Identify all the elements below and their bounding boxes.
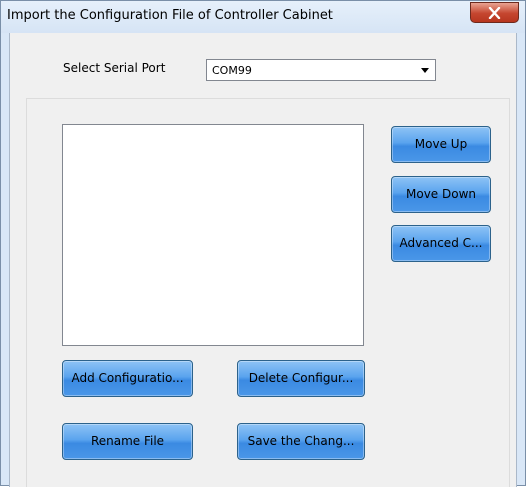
advanced-button[interactable]: Advanced C... xyxy=(391,225,491,262)
close-icon xyxy=(488,7,501,19)
config-file-list[interactable] xyxy=(62,124,364,346)
import-config-dialog: Import the Configuration File of Control… xyxy=(0,0,526,487)
window-title: Import the Configuration File of Control… xyxy=(7,8,333,23)
delete-configuration-button[interactable]: Delete Configur... xyxy=(237,360,365,397)
serial-port-label: Select Serial Port xyxy=(63,61,166,75)
move-up-button[interactable]: Move Up xyxy=(391,126,491,163)
move-up-label: Move Up xyxy=(414,137,468,151)
advanced-label: Advanced C... xyxy=(399,236,483,250)
chevron-down-icon xyxy=(421,68,429,73)
save-changes-label: Save the Chang... xyxy=(247,434,355,448)
add-configuration-label: Add Configuratio... xyxy=(71,371,184,385)
dialog-client-area: Select Serial Port COM99 Move Up Move Do… xyxy=(9,33,517,487)
serial-port-value: COM99 xyxy=(212,64,252,77)
close-button[interactable] xyxy=(470,2,519,23)
rename-file-label: Rename File xyxy=(90,434,165,448)
move-down-button[interactable]: Move Down xyxy=(391,176,491,213)
delete-configuration-label: Delete Configur... xyxy=(248,371,354,385)
move-down-label: Move Down xyxy=(406,187,476,201)
serial-port-select[interactable]: COM99 xyxy=(206,59,436,81)
add-configuration-button[interactable]: Add Configuratio... xyxy=(62,360,193,397)
save-changes-button[interactable]: Save the Chang... xyxy=(237,423,365,460)
title-bar[interactable]: Import the Configuration File of Control… xyxy=(1,1,525,33)
rename-file-button[interactable]: Rename File xyxy=(62,423,193,460)
